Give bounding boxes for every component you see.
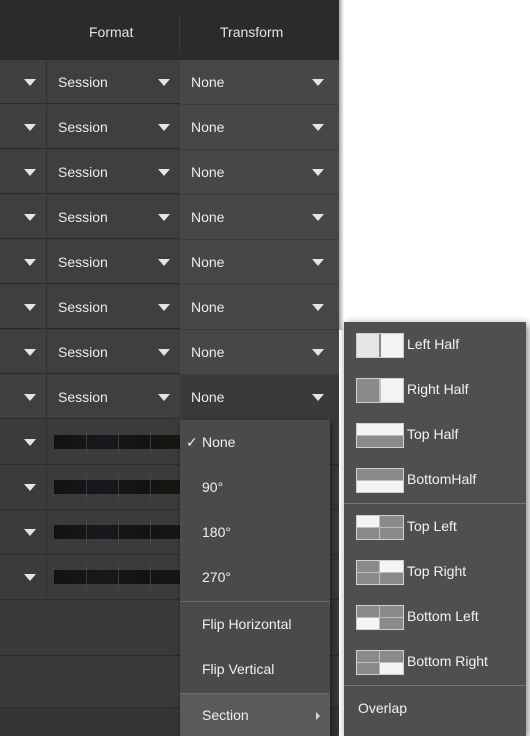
menu-item-none[interactable]: ✓ None [180, 420, 330, 464]
table-row: Session None [0, 330, 339, 374]
table-row: Session None [0, 375, 339, 419]
table-row: Session None [0, 240, 339, 284]
top-right-quadrant-icon [356, 560, 404, 585]
format-dropdown-icon[interactable] [158, 169, 170, 176]
transform-dropdown-icon[interactable] [312, 79, 324, 86]
format-dropdown-icon[interactable] [158, 79, 170, 86]
transform-select[interactable]: None [180, 285, 339, 329]
row-expand-dropdown-icon[interactable] [24, 304, 36, 311]
top-half-icon [356, 423, 404, 448]
row-expand-dropdown-icon[interactable] [24, 169, 36, 176]
menu-item-flip-horizontal[interactable]: Flip Horizontal [180, 602, 330, 646]
row-expand-dropdown-icon[interactable] [24, 439, 36, 446]
format-dropdown-icon[interactable] [158, 124, 170, 131]
transform-select[interactable]: None [180, 195, 339, 239]
table-header: Format Transform [0, 0, 339, 60]
row-expand-dropdown-icon[interactable] [24, 79, 36, 86]
transform-dropdown-icon[interactable] [312, 394, 324, 401]
format-value[interactable]: Session [58, 150, 108, 194]
transform-value: None [191, 389, 225, 405]
transform-select-open[interactable]: None [180, 375, 339, 419]
submenu-item-top-half[interactable]: Top Half [344, 412, 526, 457]
format-value[interactable]: Session [58, 60, 108, 104]
submenu-item-top-right[interactable]: Top Right [344, 549, 526, 594]
row-expand-dropdown-icon[interactable] [24, 259, 36, 266]
transform-column-header: Transform [220, 24, 284, 40]
transform-dropdown-icon[interactable] [312, 304, 324, 311]
menu-item-270[interactable]: 270° [180, 555, 330, 599]
bottom-right-quadrant-icon [356, 650, 404, 675]
format-dropdown-icon[interactable] [158, 394, 170, 401]
transform-dropdown-icon[interactable] [312, 259, 324, 266]
submenu-item-right-half[interactable]: Right Half [344, 367, 526, 412]
submenu-arrow-icon [316, 712, 320, 720]
menu-item-section[interactable]: Section [180, 694, 330, 736]
menu-item-180[interactable]: 180° [180, 510, 330, 554]
table-row: Session None [0, 150, 339, 194]
format-value[interactable]: Session [58, 375, 108, 419]
format-value[interactable]: Session [58, 285, 108, 329]
transform-value: None [191, 254, 225, 270]
submenu-item-top-left[interactable]: Top Left [344, 504, 526, 549]
transform-dropdown-icon[interactable] [312, 349, 324, 356]
checkmark-icon: ✓ [186, 434, 198, 450]
transform-select[interactable]: None [180, 105, 339, 149]
submenu-item-bottom-half[interactable]: BottomHalf [344, 457, 526, 502]
section-submenu: Left Half Right Half Top Half BottomHalf… [344, 322, 526, 736]
format-dropdown-icon[interactable] [158, 349, 170, 356]
table-row: Session None [0, 285, 339, 329]
format-column-header: Format [89, 24, 134, 40]
submenu-item-overlap[interactable]: Overlap [344, 686, 526, 731]
row-expand-dropdown-icon[interactable] [24, 394, 36, 401]
transform-select[interactable]: None [180, 240, 339, 284]
transform-dropdown-icon[interactable] [312, 169, 324, 176]
table-row: Session None [0, 105, 339, 149]
transform-value: None [191, 74, 225, 90]
format-dropdown-icon[interactable] [158, 304, 170, 311]
bottom-left-quadrant-icon [356, 605, 404, 630]
row-expand-dropdown-icon[interactable] [24, 349, 36, 356]
transform-select[interactable]: None [180, 150, 339, 194]
transform-value: None [191, 344, 225, 360]
right-half-icon [356, 378, 404, 403]
transform-value: None [191, 164, 225, 180]
format-value[interactable]: Session [58, 195, 108, 239]
format-value[interactable]: Session [58, 105, 108, 149]
format-dropdown-icon[interactable] [158, 214, 170, 221]
submenu-item-bottom-right[interactable]: Bottom Right [344, 639, 526, 684]
submenu-item-left-half[interactable]: Left Half [344, 322, 526, 367]
bottom-half-icon [356, 468, 404, 493]
transform-select[interactable]: None [180, 60, 339, 104]
menu-item-90[interactable]: 90° [180, 465, 330, 509]
table-row: Session None [0, 195, 339, 239]
row-expand-dropdown-icon[interactable] [24, 124, 36, 131]
transform-dropdown-menu: ✓ None 90° 180° 270° Flip Horizontal Fli… [180, 420, 330, 736]
row-expand-dropdown-icon[interactable] [24, 529, 36, 536]
format-value[interactable]: Session [58, 240, 108, 284]
transform-dropdown-icon[interactable] [312, 214, 324, 221]
row-expand-dropdown-icon[interactable] [24, 214, 36, 221]
table-row: Session None [0, 60, 339, 104]
format-dropdown-icon[interactable] [158, 259, 170, 266]
transform-value: None [191, 119, 225, 135]
left-half-icon [356, 333, 404, 358]
row-expand-dropdown-icon[interactable] [24, 484, 36, 491]
transform-dropdown-icon[interactable] [312, 124, 324, 131]
format-value[interactable]: Session [58, 330, 108, 374]
transform-select[interactable]: None [180, 330, 339, 374]
submenu-item-bottom-left[interactable]: Bottom Left [344, 594, 526, 639]
row-expand-dropdown-icon[interactable] [24, 574, 36, 581]
menu-item-flip-vertical[interactable]: Flip Vertical [180, 647, 330, 691]
transform-value: None [191, 209, 225, 225]
header-divider [179, 14, 180, 54]
transform-value: None [191, 299, 225, 315]
top-left-quadrant-icon [356, 515, 404, 540]
